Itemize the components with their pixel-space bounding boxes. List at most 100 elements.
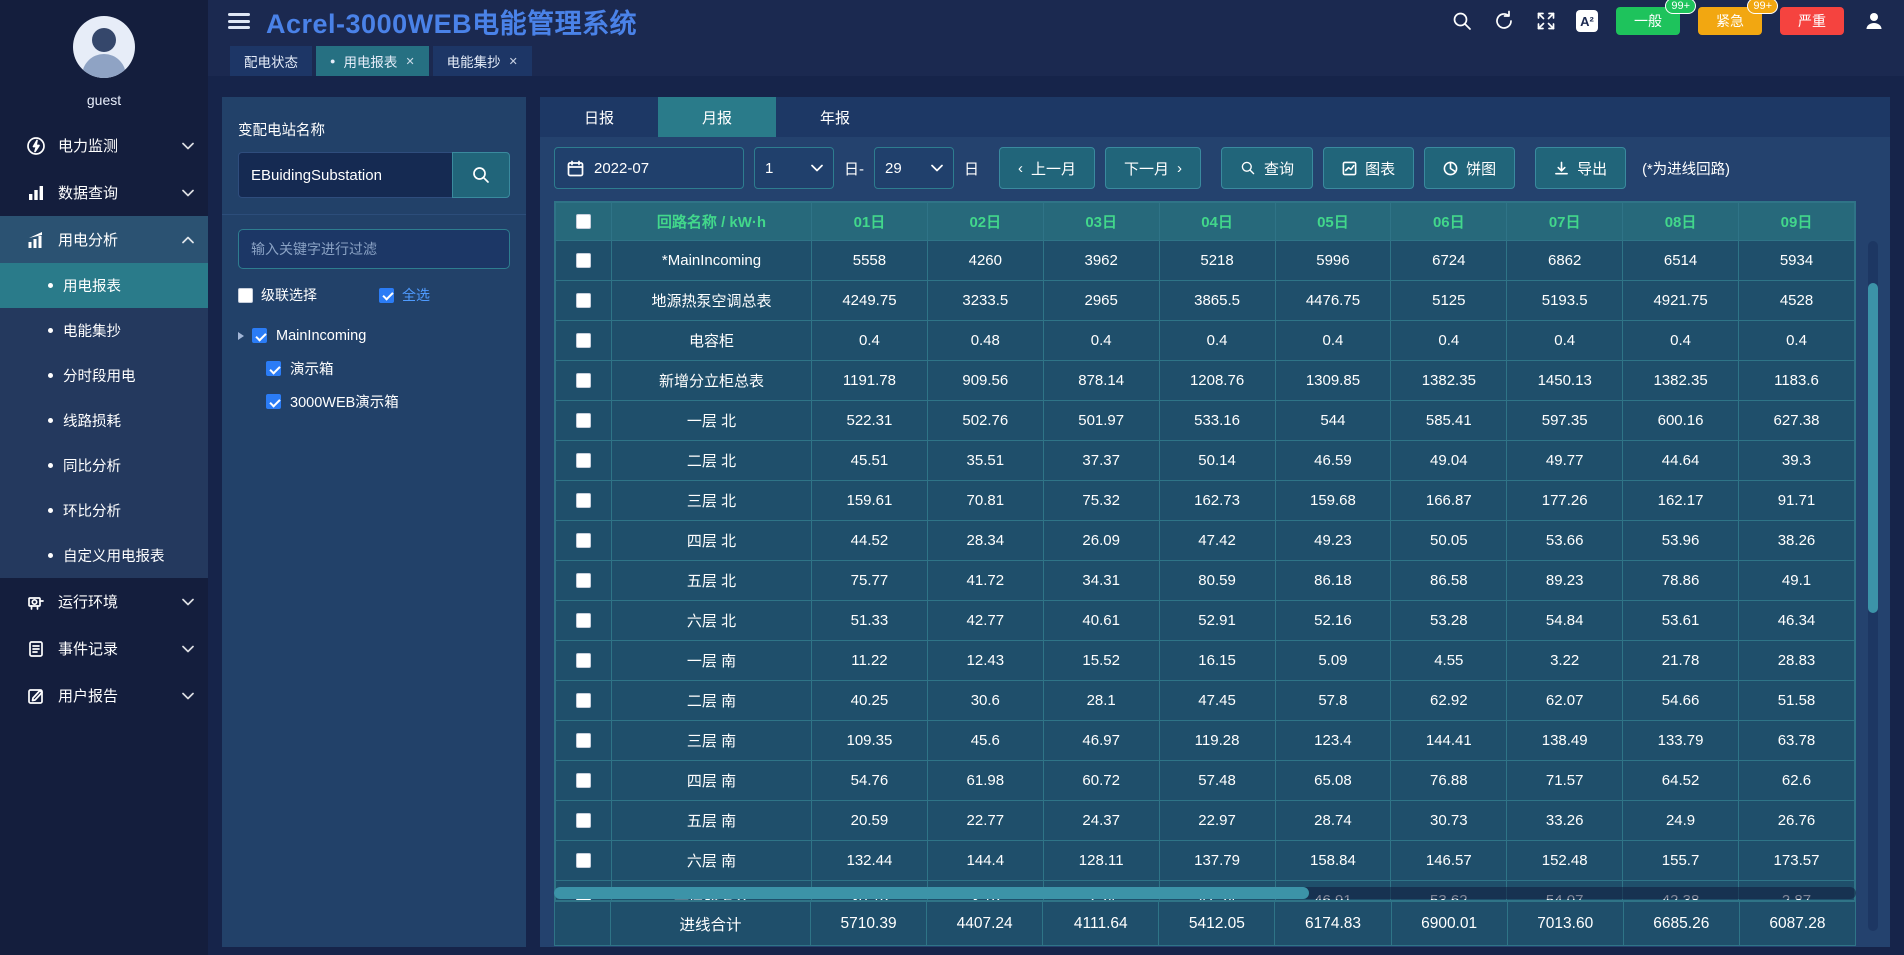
sidebar-item-data-query[interactable]: 数据查询 <box>0 169 208 216</box>
menu-toggle-icon[interactable] <box>228 13 250 29</box>
row-checkbox[interactable] <box>576 653 591 668</box>
row-checkbox[interactable] <box>576 773 591 788</box>
row-checkbox[interactable] <box>576 493 591 508</box>
calendar-icon <box>567 160 584 177</box>
window-tabstrip: 配电状态 ●用电报表✕ 电能集抄✕ <box>208 42 1904 76</box>
fullscreen-icon[interactable] <box>1534 9 1558 33</box>
query-button[interactable]: 查询 <box>1221 147 1313 189</box>
next-month-button[interactable]: 下一月 › <box>1105 147 1201 189</box>
table-row: 四层 北44.5228.3426.0947.4249.2350.0553.665… <box>556 521 1855 561</box>
avatar[interactable] <box>73 16 135 78</box>
value-cell: 28.74 <box>1275 801 1391 841</box>
cascade-checkbox[interactable] <box>238 288 253 303</box>
row-checkbox[interactable] <box>576 413 591 428</box>
tree-filter-input[interactable] <box>238 229 510 269</box>
value-cell: 24.37 <box>1043 801 1159 841</box>
station-label: 变配电站名称 <box>238 119 510 140</box>
tree-item-main-incoming[interactable]: MainIncoming <box>238 319 510 352</box>
refresh-icon[interactable] <box>1492 9 1516 33</box>
sidebar-item-environment[interactable]: 运行环境 <box>0 578 208 625</box>
value-cell: 1309.85 <box>1275 361 1391 401</box>
translate-icon[interactable]: A² <box>1576 10 1598 32</box>
alarm-normal-button[interactable]: 一般 99+ <box>1616 7 1680 35</box>
tab-daily-report[interactable]: 日报 <box>540 97 658 137</box>
value-cell: 39.3 <box>1739 441 1855 481</box>
sidebar-item-energy-reading[interactable]: 电能集抄 <box>0 308 208 353</box>
value-cell: 51.33 <box>812 601 928 641</box>
value-cell: 76.88 <box>1391 761 1507 801</box>
horizontal-scrollbar[interactable] <box>554 887 1856 899</box>
month-picker[interactable]: 2022-07 <box>554 147 744 189</box>
sidebar-item-mom-analysis[interactable]: 环比分析 <box>0 488 208 533</box>
tree-item-3000web-demo-box[interactable]: 3000WEB演示箱 <box>238 385 510 418</box>
value-cell: 137.79 <box>1159 841 1275 881</box>
sidebar-item-user-report[interactable]: 用户报告 <box>0 672 208 719</box>
station-search-button[interactable] <box>452 152 510 198</box>
day-to-select[interactable]: 29 <box>874 147 954 189</box>
row-checkbox[interactable] <box>576 693 591 708</box>
tree-checkbox[interactable] <box>252 328 267 343</box>
station-input[interactable] <box>238 152 452 198</box>
close-icon[interactable]: ✕ <box>509 55 518 68</box>
tree-checkbox[interactable] <box>266 394 281 409</box>
window-tab-power-report[interactable]: ●用电报表✕ <box>316 46 429 76</box>
row-checkbox[interactable] <box>576 573 591 588</box>
row-checkbox[interactable] <box>576 253 591 268</box>
select-all-rows-checkbox[interactable] <box>576 214 591 229</box>
pie-button[interactable]: 饼图 <box>1424 147 1515 189</box>
tree-item-demo-box[interactable]: 演示箱 <box>238 352 510 385</box>
tab-monthly-report[interactable]: 月报 <box>658 97 776 137</box>
vertical-scrollbar-thumb[interactable] <box>1868 283 1878 613</box>
export-button[interactable]: 导出 <box>1535 147 1626 189</box>
alarm-urgent-button[interactable]: 紧急 99+ <box>1698 7 1762 35</box>
select-all-label[interactable]: 全选 <box>402 285 430 305</box>
close-icon[interactable]: ✕ <box>405 55 414 68</box>
sidebar-item-power-monitor[interactable]: 电力监测 <box>0 122 208 169</box>
row-checkbox[interactable] <box>576 853 591 868</box>
row-checkbox[interactable] <box>576 733 591 748</box>
sidebar-item-power-analysis[interactable]: 用电分析 <box>0 216 208 263</box>
tab-yearly-report[interactable]: 年报 <box>776 97 894 137</box>
alarm-severe-button[interactable]: 严重 <box>1780 7 1844 35</box>
bullet-icon <box>48 418 53 423</box>
value-cell: 75.77 <box>812 561 928 601</box>
topbar: Acrel-3000WEB电能管理系统 A² 一般 99+ 紧急 99+ 严重 <box>208 0 1904 42</box>
topbar-right: A² 一般 99+ 紧急 99+ 严重 <box>1450 7 1886 35</box>
row-checkbox[interactable] <box>576 293 591 308</box>
row-checkbox[interactable] <box>576 533 591 548</box>
value-cell: 53.61 <box>1623 601 1739 641</box>
select-all-checkbox[interactable] <box>379 288 394 303</box>
value-cell: 0.4 <box>1159 321 1275 361</box>
bullet-icon <box>48 553 53 558</box>
vertical-scrollbar[interactable] <box>1868 241 1878 931</box>
value-cell: 0.48 <box>927 321 1043 361</box>
window-tab-energy-reading[interactable]: 电能集抄✕ <box>433 46 532 76</box>
value-cell: 146.57 <box>1391 841 1507 881</box>
row-checkbox-cell <box>556 841 612 881</box>
search-icon[interactable] <box>1450 9 1474 33</box>
prev-month-button[interactable]: ‹ 上一月 <box>999 147 1095 189</box>
sidebar-item-event-log[interactable]: 事件记录 <box>0 625 208 672</box>
export-label: 导出 <box>1577 158 1607 179</box>
sidebar-item-yoy-analysis[interactable]: 同比分析 <box>0 443 208 488</box>
tree-checkbox[interactable] <box>266 361 281 376</box>
horizontal-scrollbar-thumb[interactable] <box>554 887 1309 899</box>
chart-button[interactable]: 图表 <box>1323 147 1414 189</box>
row-checkbox-cell <box>556 281 612 321</box>
window-tab-distribution-status[interactable]: 配电状态 <box>230 46 312 76</box>
sidebar-item-line-loss[interactable]: 线路损耗 <box>0 398 208 443</box>
value-cell: 78.86 <box>1623 561 1739 601</box>
row-checkbox[interactable] <box>576 373 591 388</box>
day-from-select[interactable]: 1 <box>754 147 834 189</box>
row-checkbox[interactable] <box>576 613 591 628</box>
row-checkbox[interactable] <box>576 453 591 468</box>
row-checkbox[interactable] <box>576 813 591 828</box>
circuit-tree: MainIncoming 演示箱 3000WEB演示箱 <box>238 319 510 418</box>
row-checkbox[interactable] <box>576 333 591 348</box>
sidebar-item-power-report[interactable]: 用电报表 <box>0 263 208 308</box>
caret-icon[interactable] <box>238 332 244 340</box>
sidebar-item-custom-report[interactable]: 自定义用电报表 <box>0 533 208 578</box>
value-cell: 49.1 <box>1739 561 1855 601</box>
user-icon[interactable] <box>1862 9 1886 33</box>
sidebar-item-time-period-power[interactable]: 分时段用电 <box>0 353 208 398</box>
